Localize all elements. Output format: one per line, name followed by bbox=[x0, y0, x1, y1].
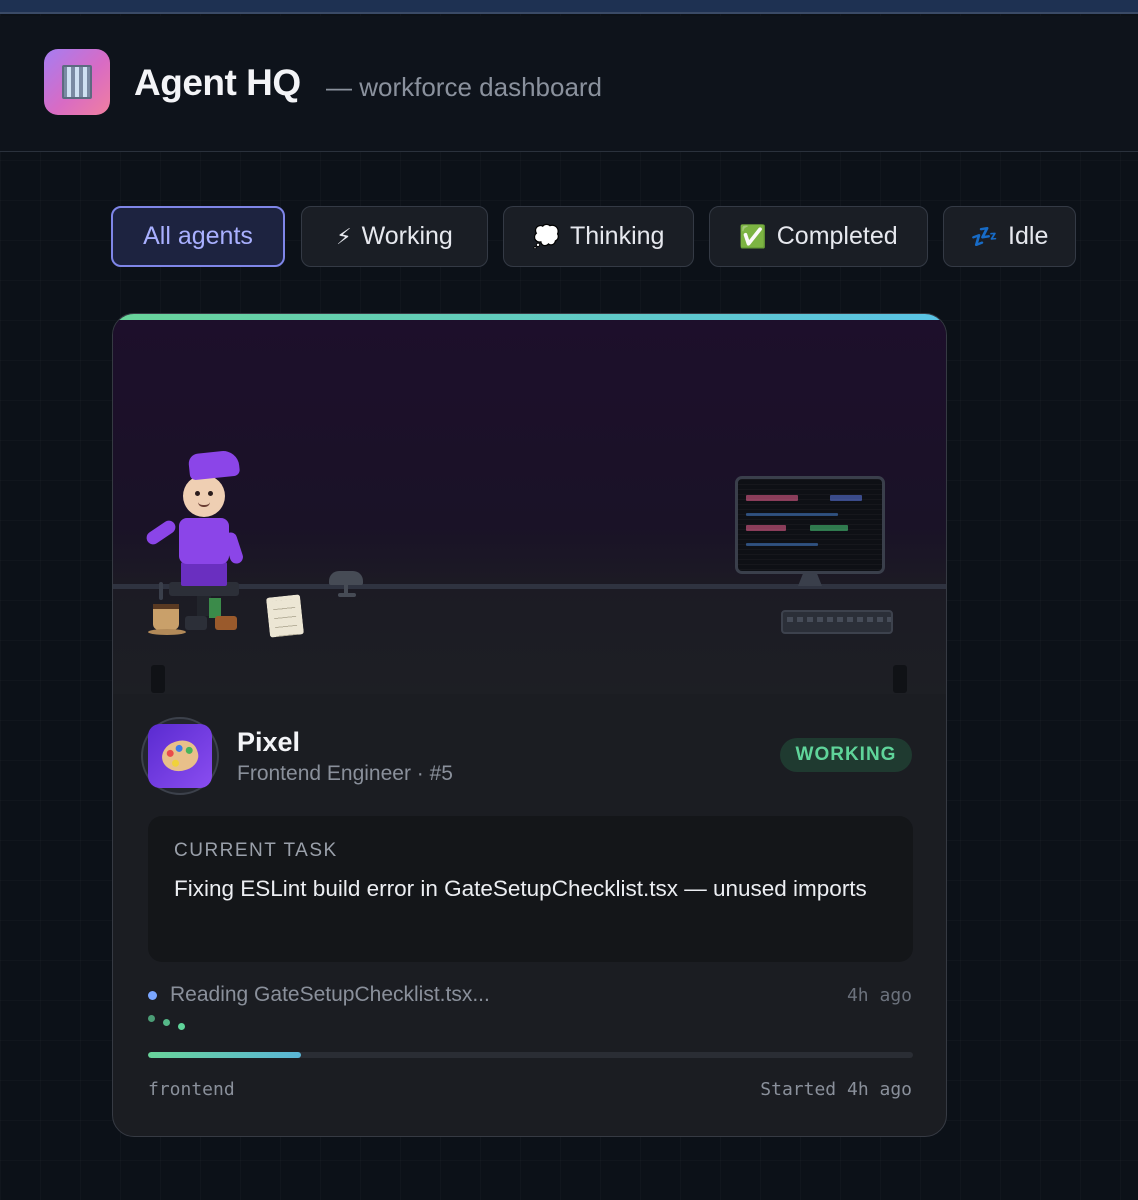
monitor-icon bbox=[735, 476, 885, 574]
check-mark-icon: ✅ bbox=[739, 223, 767, 249]
agent-card[interactable]: Pixel Frontend Engineer · #5 WORKING CUR… bbox=[112, 313, 947, 1137]
filter-thinking[interactable]: 💭 Thinking bbox=[503, 206, 694, 267]
office-building-icon bbox=[44, 49, 110, 115]
activity-text: Reading GateSetupChecklist.tsx... bbox=[170, 983, 490, 1006]
filter-label: All agents bbox=[143, 222, 253, 250]
task-progress-bar bbox=[148, 1052, 913, 1058]
agent-character bbox=[179, 518, 229, 564]
filter-label: Completed bbox=[776, 222, 898, 250]
current-task-panel: CURRENT TASK Fixing ESLint build error i… bbox=[148, 816, 913, 962]
monitor-stand bbox=[798, 574, 822, 586]
activity-indicator-icon bbox=[148, 991, 157, 1000]
agent-character-head bbox=[183, 475, 225, 517]
app-title: Agent HQ bbox=[134, 62, 301, 103]
document-icon bbox=[266, 594, 304, 638]
coffee-cup-icon bbox=[153, 604, 179, 630]
filter-completed[interactable]: ✅ Completed bbox=[709, 206, 928, 267]
current-task-label: CURRENT TASK bbox=[174, 840, 338, 861]
filter-label: Thinking bbox=[569, 222, 665, 250]
thought-bubble-icon: 💭 bbox=[532, 223, 560, 249]
filter-all-agents[interactable]: All agents bbox=[111, 206, 285, 267]
desk-leg bbox=[151, 665, 165, 693]
activity-timestamp: 4h ago bbox=[846, 985, 912, 1006]
filter-label: Idle bbox=[1008, 222, 1049, 250]
status-badge: WORKING bbox=[780, 738, 912, 772]
app-header: Agent HQ — workforce dashboard bbox=[0, 16, 1138, 152]
avatar bbox=[141, 717, 219, 795]
lightning-icon: ⚡ bbox=[336, 223, 352, 249]
desk-leg bbox=[893, 665, 907, 693]
agent-tag: frontend bbox=[148, 1079, 235, 1100]
filter-working[interactable]: ⚡ Working bbox=[301, 206, 488, 267]
browser-top-strip bbox=[0, 0, 1138, 14]
app-subtitle: — workforce dashboard bbox=[326, 72, 603, 102]
started-time: Started 4h ago bbox=[760, 1079, 912, 1100]
task-progress-fill bbox=[148, 1052, 301, 1058]
agent-role: Frontend Engineer · #5 bbox=[237, 762, 453, 785]
filter-idle[interactable]: 💤 Idle bbox=[943, 206, 1076, 267]
keyboard-icon bbox=[781, 610, 893, 634]
filter-label: Working bbox=[361, 222, 453, 250]
agent-workspace-illustration bbox=[113, 320, 946, 694]
art-palette-icon bbox=[158, 736, 202, 776]
sleep-zzz-icon: 💤 bbox=[970, 223, 999, 249]
agent-name: Pixel bbox=[237, 727, 301, 757]
beret-icon bbox=[187, 449, 241, 481]
current-task-text: Fixing ESLint build error in GateSetupCh… bbox=[174, 876, 867, 901]
